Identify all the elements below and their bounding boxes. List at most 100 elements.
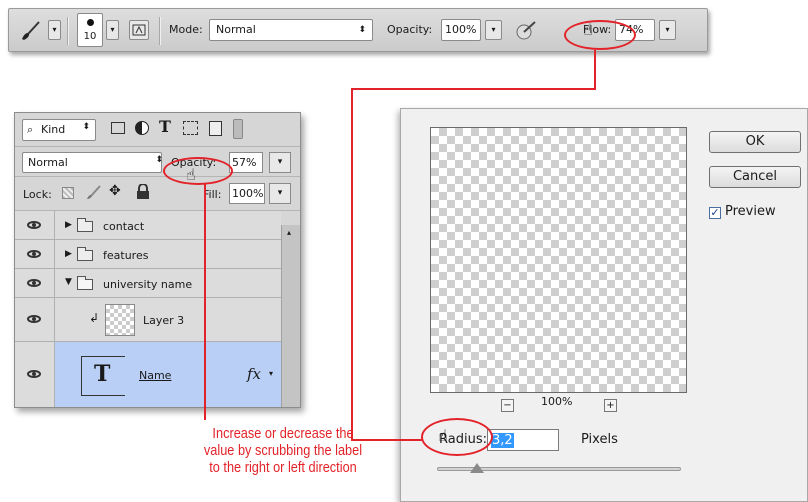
folder-icon — [77, 218, 93, 232]
folder-icon — [77, 247, 93, 261]
updown-arrows-icon: ⬍ — [358, 25, 366, 35]
opacity-dropdown[interactable]: ▾ — [485, 20, 502, 40]
layer-row-contact[interactable]: ▶ contact — [15, 211, 281, 240]
lock-label: Lock: — [23, 188, 52, 201]
pixel-layer-filter-icon[interactable] — [111, 122, 125, 134]
layer-opacity-dropdown[interactable]: ▾ — [269, 152, 291, 173]
effects-expand-arrow[interactable]: ▾ — [269, 369, 273, 378]
shape-filter-icon[interactable] — [183, 121, 198, 135]
caption-line-1: Increase or decrease the — [212, 426, 354, 442]
caption-line-3: to the right or left direction — [209, 460, 357, 476]
zoom-level: 100% — [541, 395, 573, 408]
radius-slider-thumb[interactable] — [470, 463, 484, 473]
lock-all-padlock-icon[interactable] — [136, 183, 150, 203]
layer-row-layer-3[interactable]: ↲ Layer 3 — [15, 298, 281, 342]
layer-name: contact — [103, 220, 145, 233]
layer-row-features[interactable]: ▶ features — [15, 240, 281, 269]
updown-arrows-icon: ⬍ — [155, 155, 163, 165]
mode-label: Mode: — [169, 23, 203, 36]
fill-dropdown[interactable]: ▾ — [269, 183, 291, 204]
pressure-opacity-icon[interactable] — [515, 20, 537, 42]
lock-fill-row: Lock: ✥ Fill: 100% ▾ — [15, 177, 300, 211]
highlight-ellipse — [421, 418, 493, 456]
type-layer-thumbnail: T — [81, 356, 125, 396]
opacity-input[interactable]: 100% — [441, 19, 481, 41]
layer-name: university name — [103, 278, 193, 291]
smart-object-filter-icon[interactable] — [209, 121, 222, 136]
radius-value-selected: 3,2 — [491, 433, 514, 448]
type-glyph: T — [94, 361, 111, 387]
blend-mode-select[interactable]: Normal ⬍ — [22, 152, 163, 173]
callout-line — [351, 88, 353, 440]
brush-panel-toggle-icon[interactable] — [129, 20, 149, 40]
eye-icon — [27, 315, 41, 323]
expand-triangle-icon[interactable]: ▶ — [65, 249, 72, 259]
fx-effects-icon[interactable]: fx — [247, 365, 261, 383]
visibility-toggle[interactable] — [15, 298, 55, 341]
layer-filter-bar: ⌕ Kind ⬍ T — [15, 113, 300, 147]
brush-size-value: 10 — [83, 31, 97, 42]
lock-position-move-icon[interactable]: ✥ — [109, 183, 121, 199]
eye-icon — [27, 279, 41, 287]
lock-pixels-brush-icon[interactable] — [85, 183, 103, 204]
caption-line-2: value by scrubbing the label — [203, 443, 363, 459]
callout-line — [351, 88, 596, 90]
brush-preset-dropdown[interactable]: ▾ — [106, 20, 119, 40]
toolbar-separator — [159, 17, 161, 45]
highlight-ellipse — [163, 157, 233, 185]
open-folder-icon — [77, 276, 93, 290]
layer-name: Name — [139, 369, 172, 382]
lock-transparency-icon[interactable] — [62, 187, 74, 199]
filter-kind-value: Kind — [41, 123, 66, 136]
brush-tool-icon[interactable] — [19, 18, 43, 43]
brush-tip-icon — [87, 19, 94, 26]
type-filter-icon[interactable]: T — [159, 117, 171, 136]
layers-panel: ⌕ Kind ⬍ T Normal ⬍ Opacity: 57% ▾ Lock:… — [14, 112, 301, 408]
expand-triangle-icon[interactable]: ▶ — [65, 220, 72, 230]
blend-mode-value: Normal — [28, 156, 68, 169]
filter-preview-area[interactable] — [430, 127, 687, 393]
blend-opacity-row: Normal ⬍ Opacity: 57% ▾ — [15, 147, 300, 177]
highlight-ellipse — [564, 20, 636, 50]
fill-input[interactable]: 100% — [229, 183, 265, 204]
radius-input[interactable]: 3,2 — [487, 429, 559, 451]
layer-name: Layer 3 — [143, 314, 185, 327]
mode-select[interactable]: Normal ⬍ — [209, 19, 373, 41]
radius-unit-label: Pixels — [581, 432, 618, 447]
layer-opacity-input[interactable]: 57% — [229, 152, 263, 173]
ok-button[interactable]: OK — [709, 131, 801, 153]
zoom-out-button[interactable]: − — [501, 399, 514, 412]
visibility-toggle[interactable] — [15, 211, 55, 239]
annotation-caption: Increase or decrease the value by scrubb… — [175, 426, 391, 477]
preview-label[interactable]: Preview — [725, 204, 776, 219]
preview-checkbox[interactable]: ✓ — [709, 207, 721, 219]
scroll-up-arrow[interactable]: ▴ — [287, 228, 291, 237]
callout-line — [594, 50, 596, 89]
visibility-toggle[interactable] — [15, 240, 55, 268]
visibility-toggle[interactable] — [15, 342, 55, 407]
mode-select-value: Normal — [216, 23, 256, 36]
callout-line — [204, 184, 206, 420]
visibility-toggle[interactable] — [15, 269, 55, 297]
cancel-button[interactable]: Cancel — [709, 166, 801, 188]
filter-toggle-switch[interactable] — [233, 119, 243, 139]
layer-row-university-name[interactable]: ▼ university name — [15, 269, 281, 298]
clipping-arrow-icon: ↲ — [89, 311, 100, 325]
zoom-in-button[interactable]: + — [604, 399, 617, 412]
layer-row-name-selected[interactable]: T Name fx ▾ — [15, 342, 281, 407]
search-icon: ⌕ — [27, 123, 34, 136]
toolbar-separator — [67, 17, 69, 45]
eye-icon — [27, 250, 41, 258]
opacity-label[interactable]: Opacity: — [387, 23, 432, 36]
eye-icon — [27, 221, 41, 229]
filter-kind-select[interactable]: ⌕ Kind ⬍ — [22, 119, 96, 141]
collapse-triangle-icon[interactable]: ▼ — [65, 277, 72, 287]
layer-thumbnail — [105, 304, 135, 336]
updown-arrows-icon: ⬍ — [82, 122, 90, 132]
adjustment-filter-icon[interactable] — [135, 121, 149, 135]
flow-dropdown[interactable]: ▾ — [659, 20, 676, 40]
brush-preset-picker[interactable]: 10 — [77, 13, 103, 47]
layers-scrollbar[interactable]: ▴ — [281, 225, 300, 407]
eye-icon — [27, 370, 41, 378]
tool-preset-dropdown[interactable]: ▾ — [48, 20, 61, 40]
